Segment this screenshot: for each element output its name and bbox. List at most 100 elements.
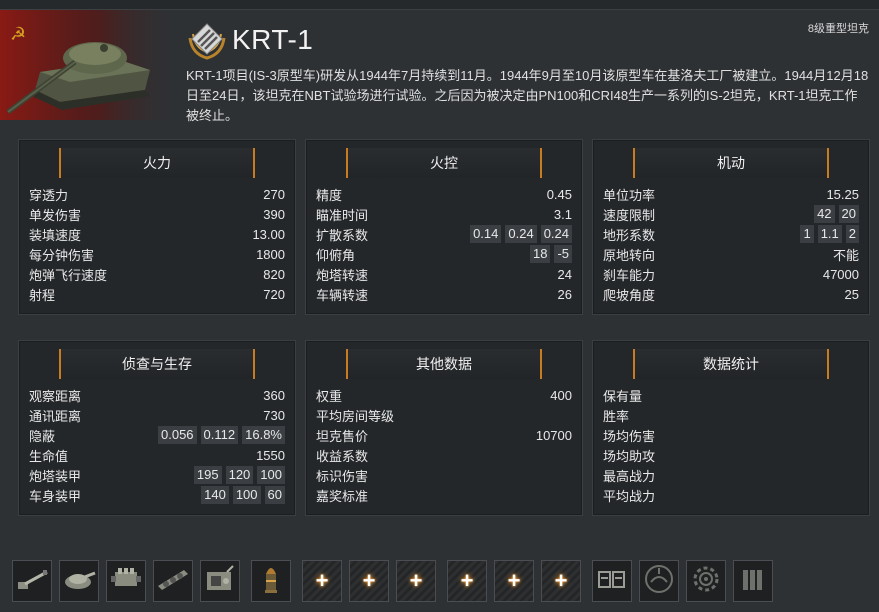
stat-row: 生命值 1550	[29, 445, 285, 465]
stat-value: 18	[529, 245, 551, 263]
stat-value: 0.24	[505, 225, 537, 243]
crew-skill-slot-1[interactable]	[592, 560, 632, 602]
stat-label: 观察距离	[29, 388, 82, 404]
stat-label: 隐蔽	[29, 428, 56, 444]
stat-value: 390	[263, 206, 285, 222]
stat-value: 10700	[535, 427, 572, 443]
stat-label: 单发伤害	[29, 207, 82, 223]
panel-title: 机动	[633, 148, 829, 178]
equipment-slot-1[interactable]: +	[447, 560, 487, 602]
module-slot-bar: + + + + + +	[12, 560, 780, 602]
consumable-slot-3[interactable]: +	[396, 560, 436, 602]
stat-label: 坦克售价	[316, 428, 369, 444]
stat-label: 穿透力	[29, 187, 69, 203]
top-bar	[0, 0, 879, 10]
stat-row: 观察距离 360	[29, 385, 285, 405]
consumable-slot-1[interactable]: +	[302, 560, 342, 602]
stat-value: 26	[557, 286, 572, 302]
stat-row: 炮塔转速 24	[316, 264, 572, 284]
stat-label: 生命值	[29, 448, 69, 464]
stat-value: 15.25	[826, 186, 859, 202]
consumable-slot-2[interactable]: +	[349, 560, 389, 602]
radio-module-slot[interactable]	[200, 560, 240, 602]
gun-module-slot[interactable]	[12, 560, 52, 602]
stat-values: 730	[263, 408, 285, 423]
crew-icon	[595, 564, 629, 599]
turret-icon	[62, 564, 96, 599]
stat-label: 车辆转速	[316, 287, 369, 303]
stat-label: 扩散系数	[316, 227, 369, 243]
stat-values: 1 1.1 2	[800, 225, 859, 243]
stat-row: 平均战力	[603, 485, 859, 505]
panel-firepower: 火力 穿透力 270 单发伤害 390 装填速度 13.00 每分钟伤害 1800 炮弹飞行速度…	[18, 139, 296, 315]
stat-label: 瞄准时间	[316, 207, 369, 223]
gear-icon	[689, 562, 723, 601]
stat-row: 收益系数	[316, 445, 572, 465]
stat-values: 140 100 60	[201, 486, 285, 504]
panel-statistics: 数据统计 保有量 胜率 场均伤害 场均助攻 最高战力 平均战力	[592, 340, 870, 516]
equipment-slot-2[interactable]: +	[494, 560, 534, 602]
stat-label: 标识伤害	[316, 468, 369, 484]
stat-label: 炮塔装甲	[29, 468, 82, 484]
stat-label: 装填速度	[29, 227, 82, 243]
stat-label: 地形系数	[603, 227, 656, 243]
stat-values: 360	[263, 388, 285, 403]
stat-row: 炮弹飞行速度 820	[29, 264, 285, 284]
stat-label: 平均战力	[603, 488, 656, 504]
panel-fire-control: 火控 精度 0.45 瞄准时间 3.1 扩散系数 0.14 0.24 0.24 仰俯角 18 -5 炮…	[305, 139, 583, 315]
stat-row: 爬坡角度 25	[603, 284, 859, 304]
stat-row: 坦克售价 10700	[316, 425, 572, 445]
stat-rows: 权重 400 平均房间等级 坦克售价 10700 收益系数标识伤害 嘉奖标准	[316, 385, 572, 505]
stat-row: 场均助攻	[603, 445, 859, 465]
stat-label: 平均房间等级	[316, 408, 395, 424]
stat-label: 胜率	[603, 408, 630, 424]
panel-other-data: 其他数据 权重 400 平均房间等级 坦克售价 10700 收益系数标识伤害 嘉奖标准	[305, 340, 583, 516]
stat-row: 通讯距离 730	[29, 405, 285, 425]
stat-row: 炮塔装甲 195 120 100	[29, 465, 285, 485]
stat-label: 最高战力	[603, 468, 656, 484]
tank-image: ☭	[0, 10, 180, 120]
stat-label: 精度	[316, 187, 343, 203]
stat-value: 1800	[256, 246, 285, 262]
stat-row: 权重 400	[316, 385, 572, 405]
svg-text:☭: ☭	[10, 24, 26, 45]
stat-label: 收益系数	[316, 448, 369, 464]
stat-label: 单位功率	[603, 187, 656, 203]
turret-module-slot[interactable]	[59, 560, 99, 602]
stat-value: 13.00	[252, 226, 285, 242]
stat-value: 100	[257, 466, 285, 484]
stat-values: 25	[845, 287, 859, 302]
crew-skill-slot-2[interactable]	[639, 560, 679, 602]
stat-value: 0.14	[470, 225, 502, 243]
shell-icon	[254, 562, 288, 601]
stat-value: 47000	[822, 266, 859, 282]
crew-skill-slot-4[interactable]	[733, 560, 773, 602]
ammo-slot[interactable]	[251, 560, 291, 602]
suspension-module-slot[interactable]	[153, 560, 193, 602]
stat-row: 嘉奖标准	[316, 485, 572, 505]
stat-values: 720	[263, 287, 285, 302]
stat-values: 270	[263, 187, 285, 202]
panel-title: 其他数据	[346, 349, 542, 379]
stat-row: 扩散系数 0.14 0.24 0.24	[316, 224, 572, 244]
stat-label: 权重	[316, 388, 343, 404]
rank-emblem-icon	[186, 20, 228, 60]
stat-row: 标识伤害	[316, 465, 572, 485]
panel-title: 火控	[346, 148, 542, 178]
stat-label: 场均伤害	[603, 428, 656, 444]
title-row: KRT-1	[186, 20, 313, 60]
stat-row: 单位功率 15.25	[603, 184, 859, 204]
crew-skill-slot-3[interactable]	[686, 560, 726, 602]
stat-rows: 观察距离 360 通讯距离 730 隐蔽 0.056 0.112 16.8% 生命值 1550 炮塔…	[29, 385, 285, 505]
stat-label: 仰俯角	[316, 247, 356, 263]
plus-icon: +	[315, 568, 329, 593]
equipment-slot-3[interactable]: +	[541, 560, 581, 602]
stat-values: 0.14 0.24 0.24	[470, 225, 572, 243]
stat-row: 地形系数 1 1.1 2	[603, 224, 859, 244]
stat-row: 车身装甲 140 100 60	[29, 485, 285, 505]
engine-module-slot[interactable]	[106, 560, 146, 602]
stat-value: 24	[557, 266, 572, 282]
engine-icon	[109, 564, 143, 599]
stat-value: 360	[263, 387, 285, 403]
stat-row: 精度 0.45	[316, 184, 572, 204]
